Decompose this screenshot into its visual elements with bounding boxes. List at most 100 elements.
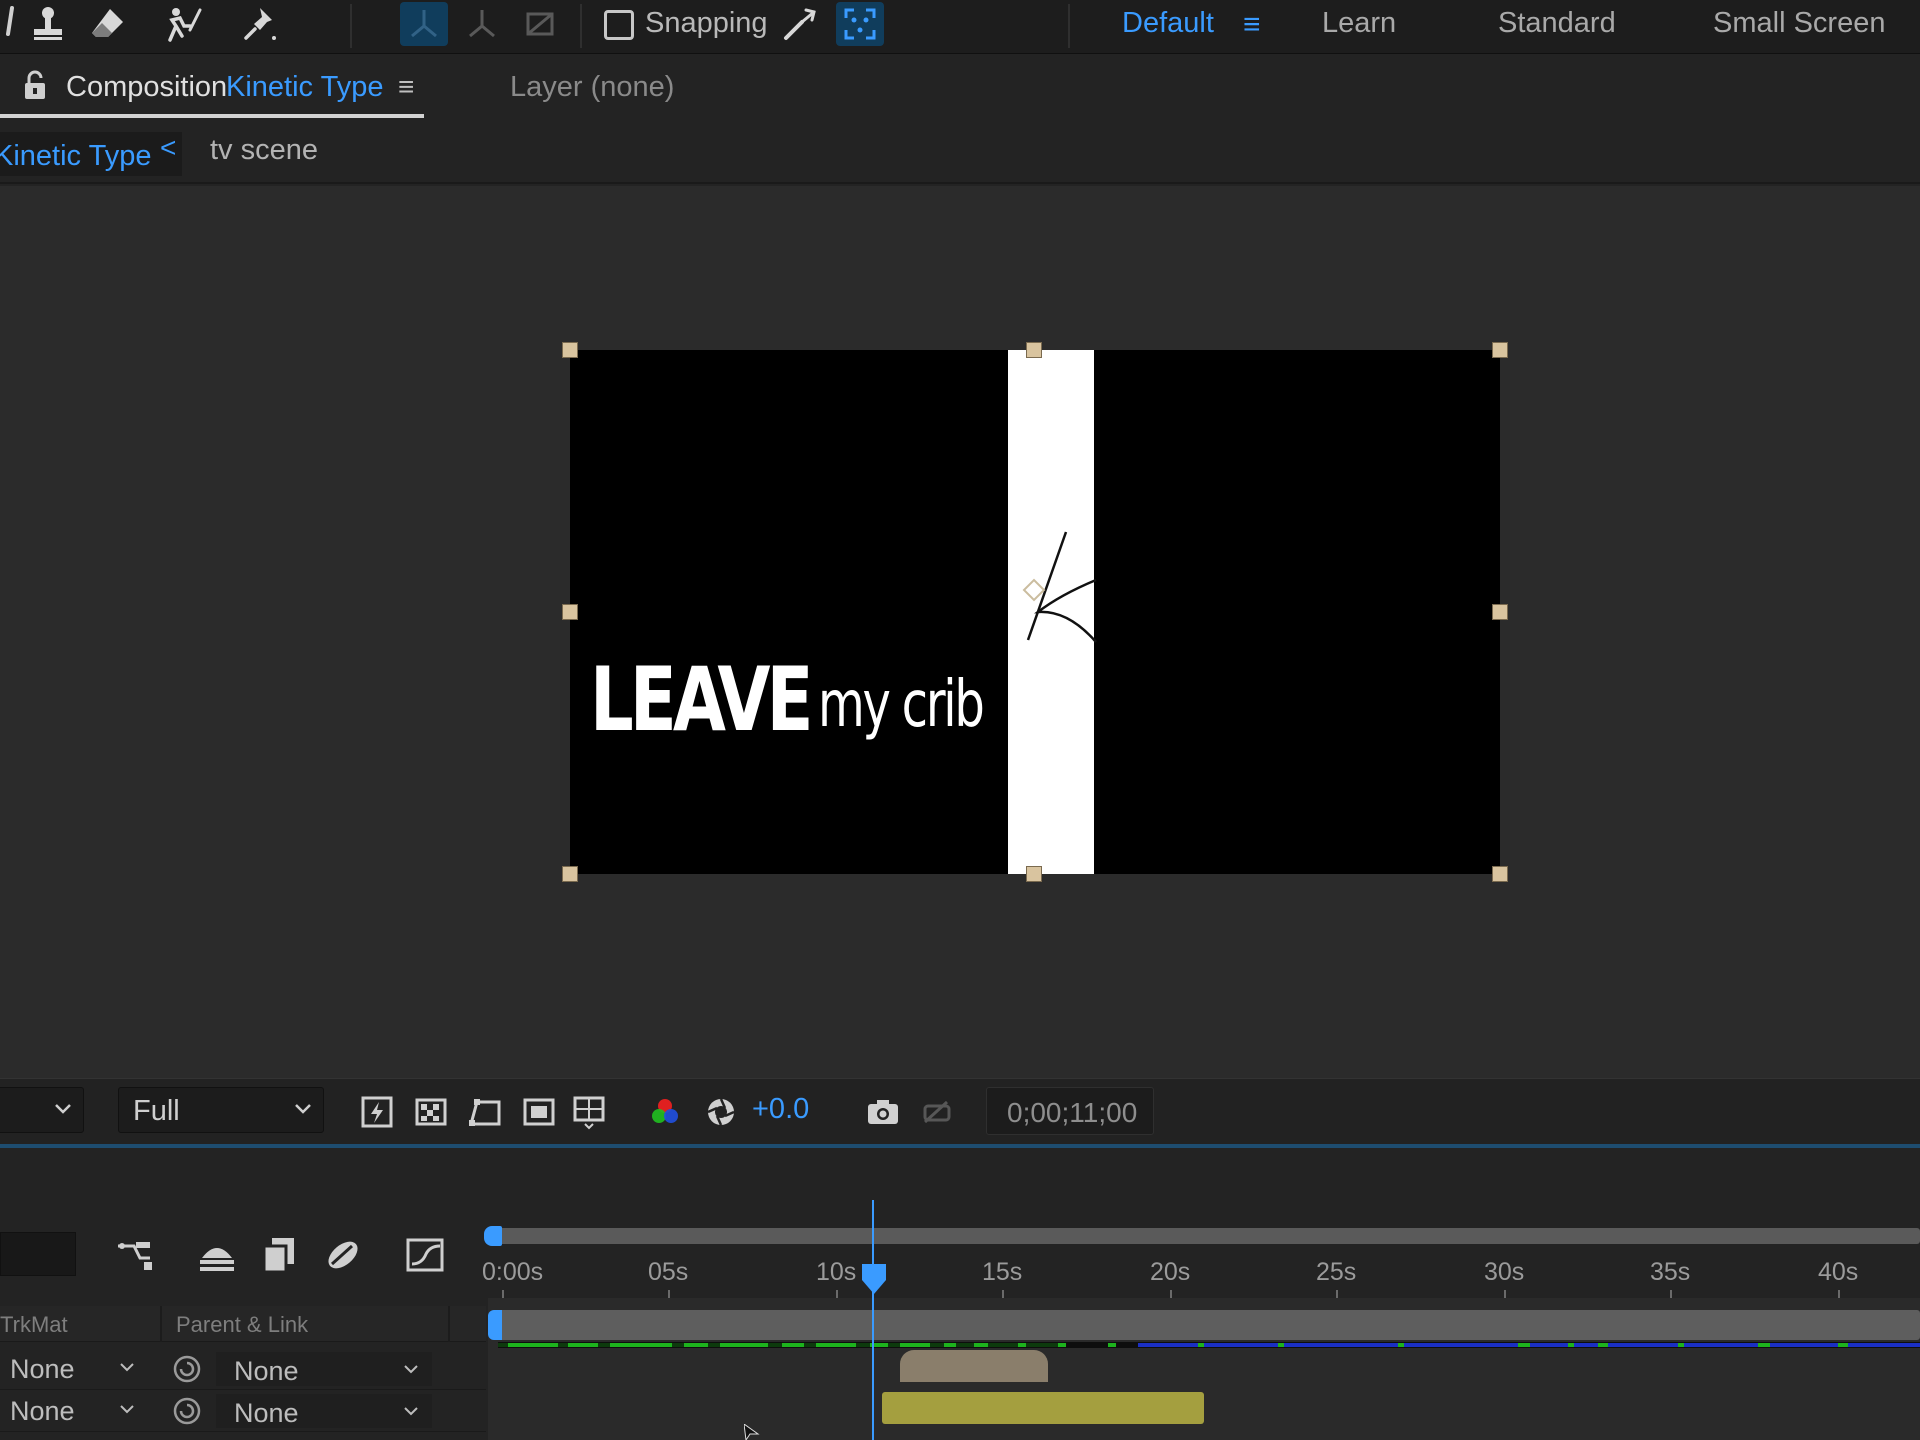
active-tab-underline — [0, 114, 424, 118]
transform-handle-top-right[interactable] — [1492, 342, 1508, 358]
layer-search-input[interactable] — [0, 1232, 76, 1276]
trkmat-dropdown[interactable]: None — [10, 1354, 75, 1385]
ruler-label: 35s — [1650, 1258, 1691, 1286]
composition-flowchart-icon[interactable] — [110, 1230, 160, 1280]
region-of-interest-icon[interactable] — [518, 1091, 560, 1133]
workspace-learn[interactable]: Learn — [1322, 7, 1396, 40]
magnification-dropdown[interactable] — [0, 1087, 84, 1133]
parent-dropdown[interactable]: None — [216, 1394, 432, 1428]
ruler-tick — [668, 1290, 670, 1298]
graph-editor-icon[interactable] — [400, 1230, 450, 1280]
playhead-icon[interactable] — [860, 1262, 888, 1296]
composition-name: Kinetic Type — [226, 71, 384, 103]
mask-visibility-icon[interactable] — [464, 1091, 506, 1133]
breadcrumb-active-label: Kinetic Type — [0, 140, 152, 172]
world-axis-icon[interactable] — [458, 2, 506, 46]
ruler-label: 15s — [982, 1258, 1023, 1286]
chevron-down-icon — [404, 1365, 418, 1374]
roto-brush-icon[interactable] — [160, 2, 208, 46]
breadcrumb-parent-comp[interactable]: tv scene — [210, 134, 318, 167]
frame-blending-icon[interactable] — [254, 1230, 304, 1280]
tab-composition[interactable]: Composition Kinetic Type ≡ — [0, 54, 424, 120]
color-channels-icon[interactable] — [644, 1091, 686, 1133]
column-separator[interactable] — [448, 1306, 450, 1342]
transparency-grid-icon[interactable] — [410, 1091, 452, 1133]
ruler-label: 05s — [648, 1258, 689, 1286]
transform-handle-middle-left[interactable] — [562, 604, 578, 620]
workspace-menu-icon[interactable]: ≡ — [1243, 8, 1261, 42]
breadcrumb-arrow-icon: < — [160, 132, 177, 163]
transform-handle-bottom-left[interactable] — [562, 866, 578, 882]
exposure-value[interactable]: +0.0 — [752, 1093, 809, 1126]
trkmat-dropdown[interactable]: None — [10, 1396, 75, 1427]
workspace-small-screen[interactable]: Small Screen — [1713, 7, 1885, 40]
timeline-track-area[interactable] — [488, 1298, 1920, 1440]
breadcrumb: Kinetic Type < tv scene — [0, 126, 1920, 184]
current-time-indicator[interactable] — [872, 1200, 874, 1440]
ruler-label: 0:00s — [482, 1258, 544, 1286]
transform-handle-middle-right[interactable] — [1492, 604, 1508, 620]
top-toolbar: Snapping Default ≡ Learn Standard Small … — [0, 0, 1920, 54]
ruler-label: 10s — [816, 1258, 857, 1286]
resolution-dropdown[interactable]: Full — [118, 1087, 324, 1133]
parent-dropdown[interactable]: None — [216, 1352, 432, 1386]
reset-exposure-icon[interactable] — [700, 1091, 742, 1133]
column-header-trkmat[interactable]: TrkMat — [0, 1312, 68, 1338]
workspace-default[interactable]: Default — [1122, 7, 1214, 40]
layer-row[interactable]: None None — [0, 1350, 486, 1390]
work-area-start-handle[interactable] — [484, 1226, 502, 1246]
eraser-icon[interactable] — [84, 2, 132, 46]
k-shape-layer[interactable] — [1010, 520, 1100, 670]
breadcrumb-active-comp[interactable]: Kinetic Type — [0, 132, 182, 176]
workspace-standard[interactable]: Standard — [1498, 7, 1616, 40]
fast-previews-icon[interactable] — [356, 1091, 398, 1133]
tab-layer[interactable]: Layer (none) — [510, 71, 674, 104]
transform-handle-bottom-center[interactable] — [1026, 866, 1042, 882]
transform-handle-top-left[interactable] — [562, 342, 578, 358]
clone-stamp-icon[interactable] — [24, 2, 72, 46]
lock-icon[interactable] — [22, 70, 48, 102]
snap-edges-icon[interactable] — [776, 2, 824, 46]
view-axis-icon[interactable] — [516, 2, 564, 46]
local-axis-icon[interactable] — [400, 2, 448, 46]
layer-duration-bar[interactable] — [882, 1392, 1204, 1424]
parent-dropdown-value: None — [234, 1398, 299, 1428]
motion-blur-icon[interactable] — [318, 1230, 368, 1280]
transform-handle-top-center[interactable] — [1026, 342, 1042, 358]
text-layer-my-crib[interactable]: my crib — [818, 668, 985, 742]
column-separator[interactable] — [160, 1306, 162, 1342]
resolution-value: Full — [133, 1095, 180, 1127]
shy-layers-icon[interactable] — [192, 1230, 242, 1280]
show-snapshot-icon[interactable] — [916, 1091, 958, 1133]
work-area-range[interactable] — [498, 1310, 1920, 1340]
toolbar-separator — [580, 4, 582, 48]
transform-handle-bottom-right[interactable] — [1492, 866, 1508, 882]
text-layer-leave[interactable]: LEAVE — [590, 648, 814, 751]
ruler-tick — [1838, 1290, 1840, 1298]
viewer-controls-bar: Full +0.0 0;00;11;00 — [0, 1078, 1920, 1144]
ruler-label: 20s — [1150, 1258, 1191, 1286]
snap-features-icon[interactable] — [836, 2, 884, 46]
pickwhip-icon[interactable] — [172, 1354, 202, 1384]
composition-viewer[interactable]: LEAVE my crib — [0, 186, 1920, 1078]
pickwhip-icon[interactable] — [172, 1396, 202, 1426]
chevron-down-icon — [120, 1405, 134, 1414]
layer-row[interactable]: None None — [0, 1392, 486, 1432]
toolbar-separator — [1068, 4, 1070, 48]
column-header-parent-link[interactable]: Parent & Link — [176, 1312, 308, 1338]
snapshot-camera-icon[interactable] — [862, 1091, 904, 1133]
puppet-pin-icon[interactable] — [236, 2, 284, 46]
composition-canvas[interactable]: LEAVE my crib — [570, 350, 1500, 874]
time-ruler[interactable]: 0:00s 05s 10s 15s 20s 25s 30s 35s 40s — [482, 1226, 1920, 1298]
ruler-tick — [836, 1290, 838, 1298]
ruler-label: 25s — [1316, 1258, 1357, 1286]
snapping-checkbox[interactable] — [604, 10, 634, 40]
track-row[interactable] — [488, 1354, 1920, 1438]
render-cache-indicator — [498, 1342, 1920, 1348]
current-time-field[interactable]: 0;00;11;00 — [986, 1087, 1154, 1135]
chevron-down-icon — [120, 1363, 134, 1372]
grid-guides-icon[interactable] — [568, 1091, 610, 1133]
work-area-bar[interactable] — [494, 1228, 1920, 1244]
panel-menu-icon[interactable]: ≡ — [398, 71, 414, 103]
work-area-range-start[interactable] — [488, 1310, 502, 1340]
